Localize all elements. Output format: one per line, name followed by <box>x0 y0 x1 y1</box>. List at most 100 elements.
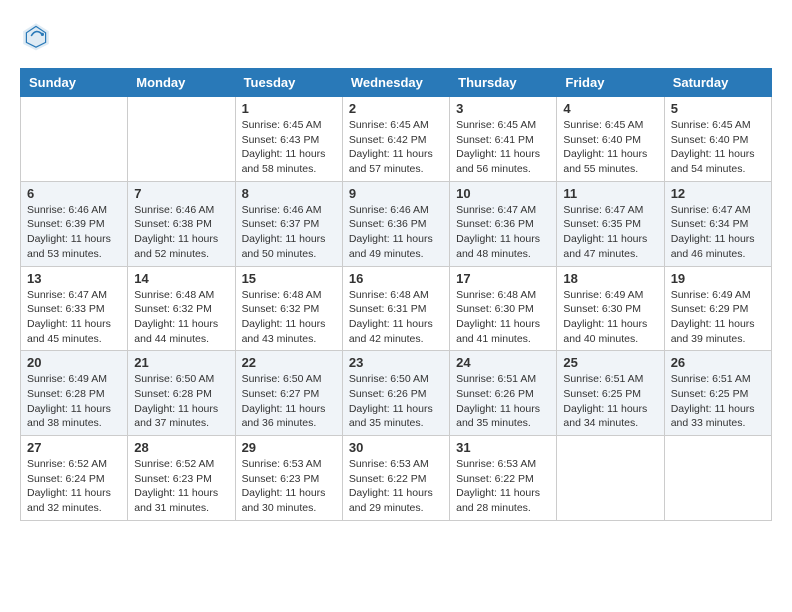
day-number: 16 <box>349 271 443 286</box>
day-number: 3 <box>456 101 550 116</box>
sunrise-text: Sunrise: 6:51 AM <box>671 373 751 385</box>
daylight-text: Daylight: 11 hours and 49 minutes. <box>349 233 433 260</box>
day-info: Sunrise: 6:45 AM Sunset: 6:40 PM Dayligh… <box>563 118 657 177</box>
sunrise-text: Sunrise: 6:49 AM <box>27 373 107 385</box>
daylight-text: Daylight: 11 hours and 28 minutes. <box>456 487 540 514</box>
day-info: Sunrise: 6:45 AM Sunset: 6:41 PM Dayligh… <box>456 118 550 177</box>
sunrise-text: Sunrise: 6:51 AM <box>456 373 536 385</box>
day-info: Sunrise: 6:47 AM Sunset: 6:34 PM Dayligh… <box>671 203 765 262</box>
day-info: Sunrise: 6:51 AM Sunset: 6:25 PM Dayligh… <box>671 372 765 431</box>
day-info: Sunrise: 6:49 AM Sunset: 6:28 PM Dayligh… <box>27 372 121 431</box>
sunrise-text: Sunrise: 6:46 AM <box>27 204 107 216</box>
calendar-cell: 11 Sunrise: 6:47 AM Sunset: 6:35 PM Dayl… <box>557 181 664 266</box>
day-number: 25 <box>563 355 657 370</box>
calendar-cell: 9 Sunrise: 6:46 AM Sunset: 6:36 PM Dayli… <box>342 181 449 266</box>
daylight-text: Daylight: 11 hours and 36 minutes. <box>242 403 326 430</box>
calendar-header-row: SundayMondayTuesdayWednesdayThursdayFrid… <box>21 69 772 97</box>
daylight-text: Daylight: 11 hours and 57 minutes. <box>349 148 433 175</box>
sunrise-text: Sunrise: 6:45 AM <box>563 119 643 131</box>
daylight-text: Daylight: 11 hours and 32 minutes. <box>27 487 111 514</box>
sunrise-text: Sunrise: 6:45 AM <box>671 119 751 131</box>
calendar-week-row: 20 Sunrise: 6:49 AM Sunset: 6:28 PM Dayl… <box>21 351 772 436</box>
day-number: 31 <box>456 440 550 455</box>
sunrise-text: Sunrise: 6:52 AM <box>134 458 214 470</box>
daylight-text: Daylight: 11 hours and 40 minutes. <box>563 318 647 345</box>
sunrise-text: Sunrise: 6:46 AM <box>349 204 429 216</box>
daylight-text: Daylight: 11 hours and 43 minutes. <box>242 318 326 345</box>
day-number: 29 <box>242 440 336 455</box>
day-number: 5 <box>671 101 765 116</box>
day-info: Sunrise: 6:48 AM Sunset: 6:30 PM Dayligh… <box>456 288 550 347</box>
daylight-text: Daylight: 11 hours and 33 minutes. <box>671 403 755 430</box>
sunrise-text: Sunrise: 6:48 AM <box>349 289 429 301</box>
sunset-text: Sunset: 6:22 PM <box>456 473 534 485</box>
daylight-text: Daylight: 11 hours and 46 minutes. <box>671 233 755 260</box>
sunset-text: Sunset: 6:41 PM <box>456 134 534 146</box>
calendar-week-row: 27 Sunrise: 6:52 AM Sunset: 6:24 PM Dayl… <box>21 436 772 521</box>
sunrise-text: Sunrise: 6:45 AM <box>349 119 429 131</box>
sunset-text: Sunset: 6:31 PM <box>349 303 427 315</box>
calendar-week-row: 1 Sunrise: 6:45 AM Sunset: 6:43 PM Dayli… <box>21 97 772 182</box>
sunset-text: Sunset: 6:38 PM <box>134 218 212 230</box>
day-number: 7 <box>134 186 228 201</box>
calendar-week-row: 6 Sunrise: 6:46 AM Sunset: 6:39 PM Dayli… <box>21 181 772 266</box>
day-number: 1 <box>242 101 336 116</box>
calendar-cell: 24 Sunrise: 6:51 AM Sunset: 6:26 PM Dayl… <box>450 351 557 436</box>
day-info: Sunrise: 6:50 AM Sunset: 6:26 PM Dayligh… <box>349 372 443 431</box>
sunrise-text: Sunrise: 6:47 AM <box>456 204 536 216</box>
day-info: Sunrise: 6:48 AM Sunset: 6:32 PM Dayligh… <box>134 288 228 347</box>
sunset-text: Sunset: 6:26 PM <box>349 388 427 400</box>
daylight-text: Daylight: 11 hours and 34 minutes. <box>563 403 647 430</box>
page-header <box>20 20 772 52</box>
day-info: Sunrise: 6:46 AM Sunset: 6:39 PM Dayligh… <box>27 203 121 262</box>
day-info: Sunrise: 6:50 AM Sunset: 6:27 PM Dayligh… <box>242 372 336 431</box>
sunset-text: Sunset: 6:27 PM <box>242 388 320 400</box>
calendar-cell: 8 Sunrise: 6:46 AM Sunset: 6:37 PM Dayli… <box>235 181 342 266</box>
calendar-cell <box>21 97 128 182</box>
sunrise-text: Sunrise: 6:53 AM <box>242 458 322 470</box>
calendar-cell: 5 Sunrise: 6:45 AM Sunset: 6:40 PM Dayli… <box>664 97 771 182</box>
sunrise-text: Sunrise: 6:50 AM <box>134 373 214 385</box>
daylight-text: Daylight: 11 hours and 48 minutes. <box>456 233 540 260</box>
calendar-cell: 20 Sunrise: 6:49 AM Sunset: 6:28 PM Dayl… <box>21 351 128 436</box>
sunrise-text: Sunrise: 6:50 AM <box>349 373 429 385</box>
sunset-text: Sunset: 6:34 PM <box>671 218 749 230</box>
sunset-text: Sunset: 6:36 PM <box>349 218 427 230</box>
day-header-saturday: Saturday <box>664 69 771 97</box>
sunset-text: Sunset: 6:39 PM <box>27 218 105 230</box>
calendar-cell <box>557 436 664 521</box>
calendar-cell <box>128 97 235 182</box>
day-number: 18 <box>563 271 657 286</box>
sunset-text: Sunset: 6:32 PM <box>242 303 320 315</box>
sunrise-text: Sunrise: 6:46 AM <box>134 204 214 216</box>
day-number: 20 <box>27 355 121 370</box>
calendar-cell: 15 Sunrise: 6:48 AM Sunset: 6:32 PM Dayl… <box>235 266 342 351</box>
day-info: Sunrise: 6:46 AM Sunset: 6:36 PM Dayligh… <box>349 203 443 262</box>
sunrise-text: Sunrise: 6:53 AM <box>456 458 536 470</box>
day-info: Sunrise: 6:49 AM Sunset: 6:29 PM Dayligh… <box>671 288 765 347</box>
daylight-text: Daylight: 11 hours and 29 minutes. <box>349 487 433 514</box>
day-info: Sunrise: 6:51 AM Sunset: 6:25 PM Dayligh… <box>563 372 657 431</box>
sunset-text: Sunset: 6:30 PM <box>563 303 641 315</box>
day-number: 10 <box>456 186 550 201</box>
sunset-text: Sunset: 6:40 PM <box>671 134 749 146</box>
day-number: 14 <box>134 271 228 286</box>
day-info: Sunrise: 6:50 AM Sunset: 6:28 PM Dayligh… <box>134 372 228 431</box>
sunrise-text: Sunrise: 6:46 AM <box>242 204 322 216</box>
day-number: 6 <box>27 186 121 201</box>
calendar-cell: 4 Sunrise: 6:45 AM Sunset: 6:40 PM Dayli… <box>557 97 664 182</box>
sunset-text: Sunset: 6:40 PM <box>563 134 641 146</box>
sunrise-text: Sunrise: 6:47 AM <box>563 204 643 216</box>
sunrise-text: Sunrise: 6:52 AM <box>27 458 107 470</box>
sunset-text: Sunset: 6:28 PM <box>134 388 212 400</box>
day-number: 23 <box>349 355 443 370</box>
sunrise-text: Sunrise: 6:48 AM <box>134 289 214 301</box>
sunset-text: Sunset: 6:43 PM <box>242 134 320 146</box>
sunrise-text: Sunrise: 6:48 AM <box>456 289 536 301</box>
sunset-text: Sunset: 6:42 PM <box>349 134 427 146</box>
day-info: Sunrise: 6:52 AM Sunset: 6:24 PM Dayligh… <box>27 457 121 516</box>
day-header-monday: Monday <box>128 69 235 97</box>
sunset-text: Sunset: 6:36 PM <box>456 218 534 230</box>
daylight-text: Daylight: 11 hours and 35 minutes. <box>349 403 433 430</box>
day-number: 2 <box>349 101 443 116</box>
